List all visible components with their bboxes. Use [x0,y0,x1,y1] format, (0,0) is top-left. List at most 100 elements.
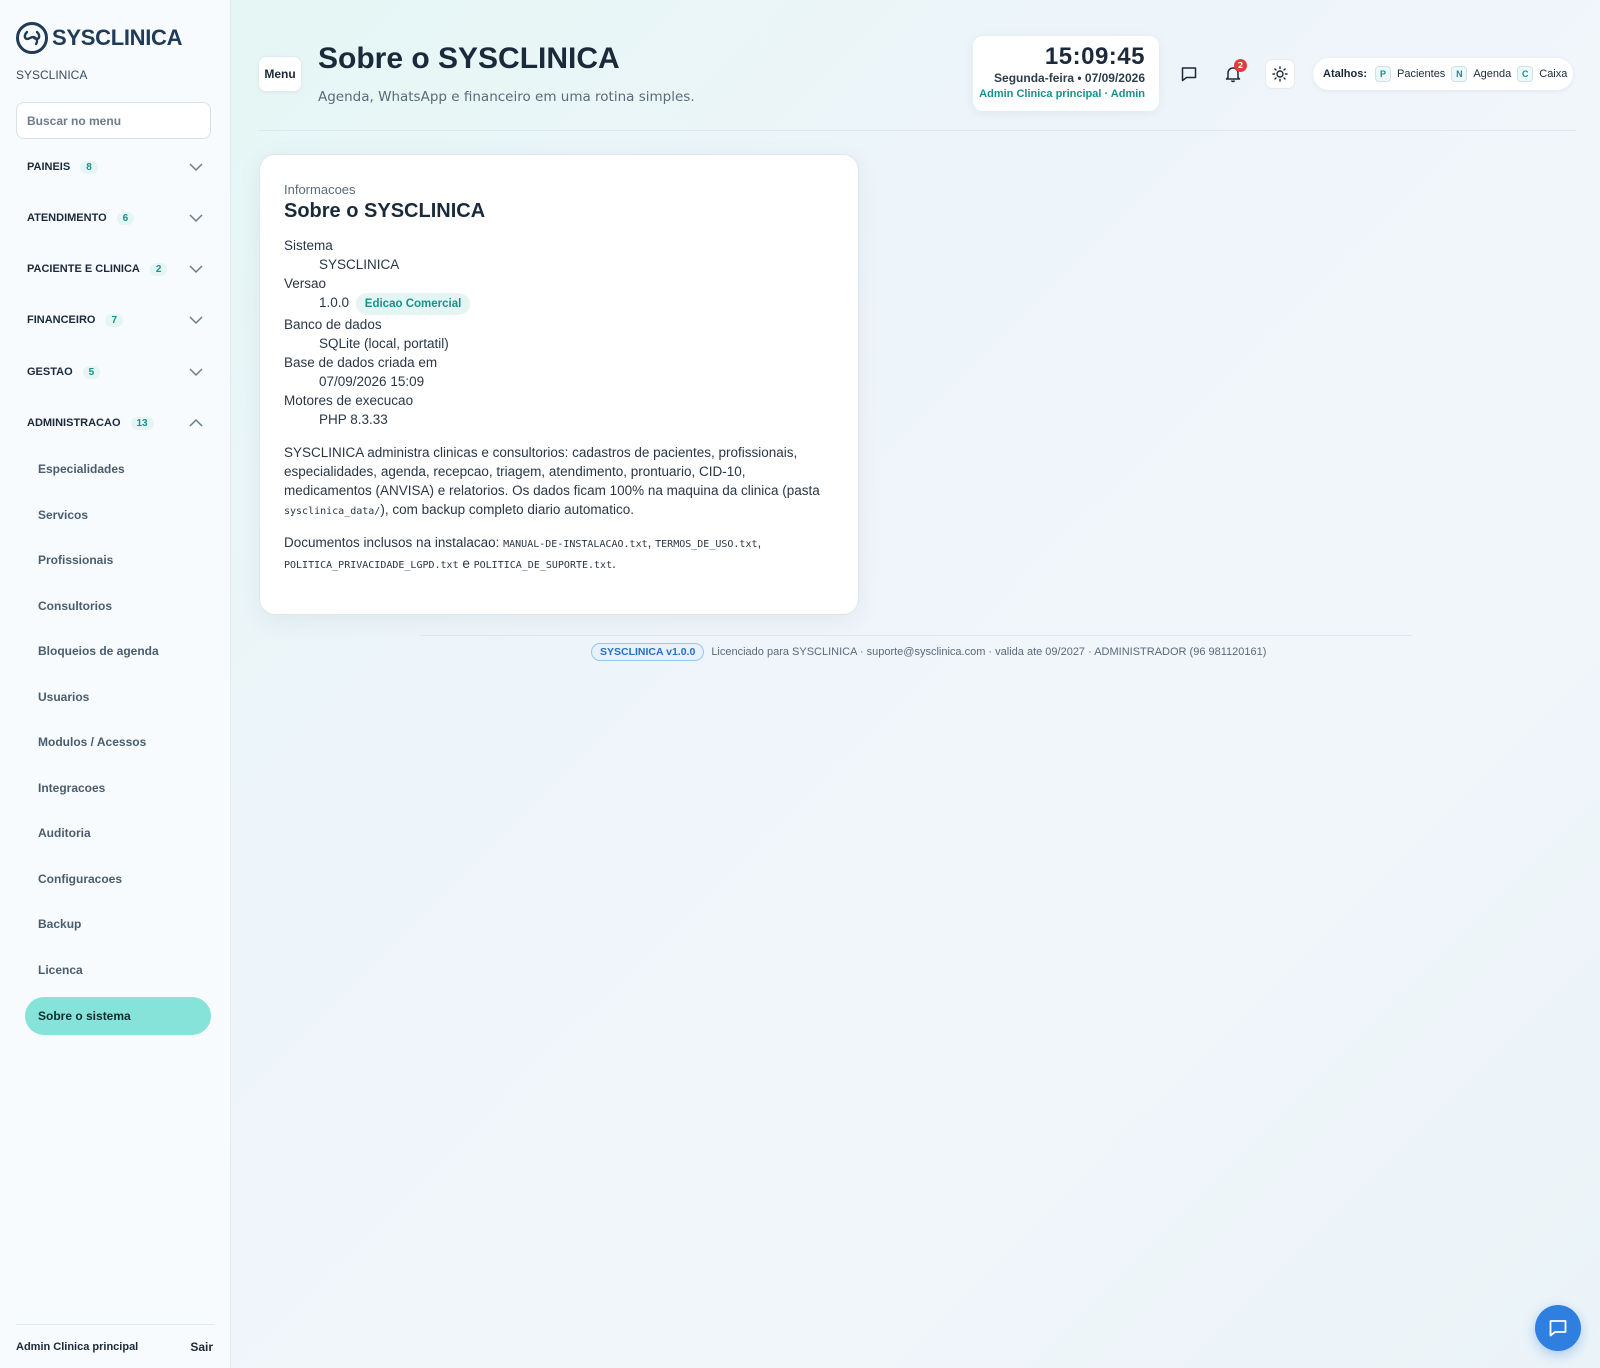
included-documents: Documentos inclusos na instalacao: MANUA… [284,533,834,575]
version-value: 1.0.0 [319,295,350,310]
chevron-down-icon [189,214,203,223]
footer-divider [420,635,1412,636]
shortcut-pacientes[interactable]: Pacientes [1397,68,1445,80]
database-created-value: 07/09/2026 15:09 [319,374,425,389]
sidebar-item-usuarios[interactable]: Usuarios [25,678,211,716]
menu-toggle-button[interactable]: Menu [258,56,302,92]
chevron-down-icon [189,316,203,325]
data-folder-path: sysclinica_data/ [284,506,381,517]
sidebar-item-especialidades[interactable]: Especialidades [25,450,211,488]
doc-privacy-policy: POLITICA_PRIVACIDADE_LGPD.txt [284,560,459,571]
page-subtitle: Agenda, WhatsApp e financeiro em uma rot… [318,89,695,105]
license-text: Licenciado para SYSCLINICA · suporte@sys… [711,646,1267,658]
doc-end: . [612,556,616,571]
chevron-down-icon [189,368,203,377]
clinic-logo-icon [16,22,48,54]
chevron-up-icon [189,418,203,427]
group-count-badge: 8 [80,160,98,174]
current-user-name: Admin Clinica principal [16,1341,139,1353]
notification-count-badge: 2 [1234,59,1247,72]
group-count-badge: 7 [105,313,124,327]
engines-value: PHP 8.3.33 [319,412,388,427]
group-label: ATENDIMENTO [27,212,107,224]
system-label: Sistema [284,238,333,253]
description-text-end: ), com backup completo diario automatico… [380,502,634,517]
group-paineis[interactable]: PAINEIS 8 [16,149,211,185]
sidebar-item-profissionais[interactable]: Profissionais [25,541,211,579]
doc-separator: e [458,556,474,571]
database-value: SQLite (local, portatil) [319,336,449,351]
version-row: 1.0.0 Edicao Comercial [284,293,834,315]
brand-subtitle: SYSCLINICA [16,68,88,82]
sidebar-divider [16,1324,214,1325]
sun-icon [1272,66,1288,82]
messages-button[interactable] [1175,60,1203,88]
database-created-label: Base de dados criada em [284,355,438,370]
system-description: SYSCLINICA administra clinicas e consult… [284,443,834,521]
doc-support-policy: POLITICA_DE_SUPORTE.txt [473,560,613,571]
group-label: GESTAO [27,366,73,378]
shortcut-key-caixa: C [1517,66,1534,82]
clock-card: 15:09:45 Segunda-feira • 07/09/2026 Admi… [973,36,1159,111]
shortcuts-bar: Atalhos: P Pacientes N Agenda C Caixa [1313,58,1573,90]
group-count-badge: 5 [82,365,101,379]
engines-label: Motores de execucao [284,393,414,408]
notifications-button[interactable]: 2 [1219,59,1247,88]
doc-manual: MANUAL-DE-INSTALACAO.txt [503,539,648,550]
shortcuts-label: Atalhos: [1323,68,1367,80]
page-title: Sobre o SYSCLINICA [318,42,620,75]
theme-toggle-button[interactable] [1265,59,1295,89]
sidebar-item-integracoes[interactable]: Integracoes [25,769,211,807]
group-gestao[interactable]: GESTAO 5 [16,354,211,390]
doc-separator: , [757,535,762,550]
group-label: PAINEIS [27,161,71,173]
chat-bubble-icon [1549,1320,1567,1337]
group-count-badge: 13 [130,416,154,430]
card-kicker: Informacoes [284,182,356,197]
card-title: Sobre o SYSCLINICA [284,200,486,222]
group-label: FINANCEIRO [27,314,96,326]
sidebar-item-licenca[interactable]: Licenca [25,951,211,989]
group-count-badge: 6 [116,211,135,225]
sidebar-item-auditoria[interactable]: Auditoria [25,814,211,852]
group-paciente-e-clinica[interactable]: PACIENTE E CLINICA 2 [16,251,211,287]
chevron-down-icon [189,265,203,274]
footer: SYSCLINICA v1.0.0 Licenciado para SYSCLI… [591,643,1266,661]
group-label: ADMINISTRACAO [27,417,121,429]
shortcut-agenda[interactable]: Agenda [1473,68,1511,80]
header-divider [258,130,1576,131]
edition-badge: Edicao Comercial [355,293,471,315]
about-card: Informacoes Sobre o SYSCLINICA Sistema S… [259,154,859,615]
sidebar-item-consultorios[interactable]: Consultorios [25,587,211,625]
system-info-list: Sistema SYSCLINICA Versao 1.0.0 Edicao C… [284,236,834,429]
chevron-down-icon [189,163,203,172]
shortcut-key-agenda: N [1451,66,1468,82]
sidebar-item-sobre-o-sistema[interactable]: Sobre o sistema [25,997,211,1035]
documents-intro: Documentos inclusos na instalacao: [284,535,504,550]
database-label: Banco de dados [284,317,382,332]
shortcut-caixa[interactable]: Caixa [1539,68,1567,80]
brand[interactable]: SYSCLINICA [16,22,183,54]
sidebar-item-configuracoes[interactable]: Configuracoes [25,860,211,898]
clock-user: Admin Clinica principal · Admin [979,88,1145,100]
system-value: SYSCLINICA [319,257,400,272]
sidebar: SYSCLINICA SYSCLINICA PAINEIS 8 ATENDIME… [0,0,231,1368]
brand-name: SYSCLINICA [52,25,183,50]
description-text: SYSCLINICA administra clinicas e consult… [284,445,820,498]
sidebar-item-servicos[interactable]: Servicos [25,496,211,534]
chat-support-button[interactable] [1535,1305,1581,1351]
menu-search-input[interactable] [16,102,211,139]
clock-date: Segunda-feira • 07/09/2026 [994,71,1145,85]
clock-time: 15:09:45 [1044,43,1145,70]
version-badge: SYSCLINICA v1.0.0 [591,643,705,661]
doc-terms: TERMOS_DE_USO.txt [655,539,758,550]
logout-button[interactable]: Sair [190,1340,213,1354]
group-atendimento[interactable]: ATENDIMENTO 6 [16,200,211,236]
shortcut-key-pacientes: P [1375,66,1391,82]
sidebar-item-modulos-acessos[interactable]: Modulos / Acessos [25,723,211,761]
group-count-badge: 2 [149,262,168,276]
sidebar-item-bloqueios-de-agenda[interactable]: Bloqueios de agenda [25,632,211,670]
group-administracao[interactable]: ADMINISTRACAO 13 [16,405,211,441]
sidebar-item-backup[interactable]: Backup [25,905,211,943]
group-financeiro[interactable]: FINANCEIRO 7 [16,302,211,338]
